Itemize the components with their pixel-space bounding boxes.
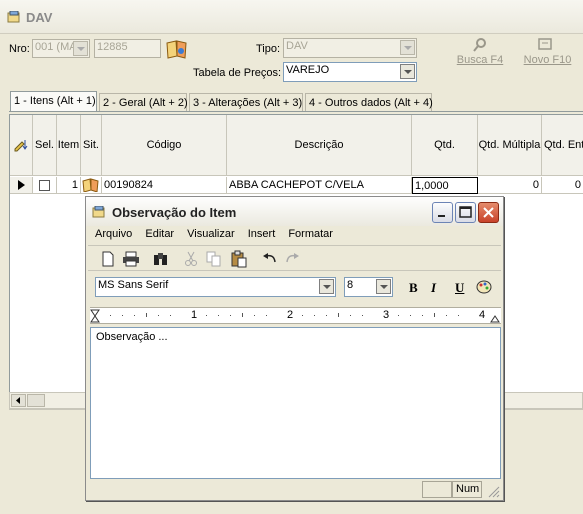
menu-formatar[interactable]: Formatar	[288, 228, 333, 240]
row-qtd-multipla[interactable]: 0	[478, 177, 542, 194]
status-num: Num	[452, 481, 482, 498]
redo-icon[interactable]	[284, 252, 300, 266]
tab-outros[interactable]: 4 - Outros dados (Alt + 4)	[305, 93, 433, 112]
dialog-menubar: Arquivo Editar Visualizar Insert Formata…	[95, 228, 343, 240]
col-sit[interactable]: Sit.	[81, 115, 102, 176]
dialog-title: Observação do Item	[112, 205, 237, 220]
underline-button[interactable]: U	[455, 280, 464, 296]
paste-icon[interactable]	[230, 250, 248, 268]
bold-button[interactable]: B	[409, 280, 418, 296]
row-checkbox-cell[interactable]	[33, 177, 57, 194]
col-sel[interactable]: Sel.	[33, 115, 57, 176]
ruler-mark-4: 4	[479, 309, 486, 321]
toolbar-divider	[88, 270, 501, 271]
menu-visualizar[interactable]: Visualizar	[187, 228, 235, 240]
pencil-icon	[14, 140, 28, 152]
font-size-select[interactable]: 8	[344, 277, 393, 297]
col-codigo[interactable]: Código	[102, 115, 227, 176]
items-grid[interactable]: Sel. Item Sit. Código Descrição Qtd. Qtd…	[9, 114, 583, 194]
col-qtd-multipla[interactable]: Qtd. Múltipla	[478, 115, 542, 176]
observacao-editor[interactable]: Observação ...	[90, 327, 501, 479]
ruler[interactable]: 1 2 3 4	[90, 307, 501, 324]
dialog-title-bar[interactable]: Observação do Item	[86, 197, 503, 226]
tab-alteracoes[interactable]: 3 - Alterações (Alt + 3)	[189, 93, 303, 112]
scroll-left-button[interactable]	[11, 394, 26, 407]
close-icon	[483, 207, 494, 218]
menu-divider	[88, 245, 501, 246]
main-title-bar: DAV	[0, 0, 583, 34]
row-indicator[interactable]	[10, 177, 33, 194]
status-panel-blank	[422, 481, 452, 498]
ruler-mark-3: 3	[383, 309, 390, 321]
col-qtd[interactable]: Qtd.	[412, 115, 478, 176]
status-book-icon	[81, 177, 102, 194]
busca-button[interactable]: Busca F4	[455, 54, 505, 66]
book-icon[interactable]	[165, 38, 189, 60]
menu-arquivo[interactable]: Arquivo	[95, 228, 132, 240]
cut-icon[interactable]	[184, 251, 198, 267]
nro-select: 001 (MA	[32, 39, 90, 58]
observacao-dialog: Observação do Item Arquivo Editar Visual…	[85, 196, 504, 501]
col-descricao[interactable]: Descrição	[227, 115, 412, 176]
new-icon	[538, 38, 552, 50]
nro-label: Nro:	[9, 43, 30, 55]
close-button[interactable]	[478, 202, 499, 223]
font-name-select[interactable]: MS Sans Serif	[95, 277, 336, 297]
novo-button[interactable]: Novo F10	[520, 54, 575, 66]
search-icon	[472, 37, 488, 53]
menu-insert[interactable]: Insert	[248, 228, 276, 240]
app-icon	[7, 10, 21, 23]
italic-button[interactable]: I	[431, 280, 436, 296]
tab-itens[interactable]: 1 - Itens (Alt + 1)	[10, 91, 97, 112]
tab-geral[interactable]: 2 - Geral (Alt + 2)	[99, 93, 188, 112]
row-qtd[interactable]: 1,0000	[412, 177, 478, 194]
scroll-thumb[interactable]	[27, 394, 45, 407]
maximize-button[interactable]	[455, 202, 476, 223]
row-item: 1	[57, 177, 81, 194]
main-title: DAV	[26, 10, 53, 25]
new-doc-icon[interactable]	[100, 251, 116, 267]
print-icon[interactable]	[122, 251, 140, 267]
tab-divider	[9, 111, 583, 112]
col-item[interactable]: Item	[57, 115, 81, 176]
row-qtd-ent[interactable]: 0	[542, 177, 583, 194]
editor-text: Observação ...	[96, 331, 168, 343]
tipo-label: Tipo:	[256, 43, 281, 55]
ruler-mark-2: 2	[287, 309, 294, 321]
undo-icon[interactable]	[262, 252, 278, 266]
color-palette-icon[interactable]	[475, 278, 493, 296]
resize-grip-icon[interactable]	[486, 484, 500, 498]
minimize-icon	[438, 215, 445, 217]
row-descricao[interactable]: ABBA CACHEPOT C/VELA	[227, 177, 412, 194]
nro-field: 12885	[94, 39, 161, 58]
col-qtd-ent[interactable]: Qtd. Ent	[542, 115, 583, 176]
tabela-select[interactable]: VAREJO	[283, 62, 417, 82]
dialog-app-icon	[92, 205, 106, 218]
tipo-select: DAV	[283, 38, 417, 58]
find-icon[interactable]	[152, 251, 170, 267]
grid-corner[interactable]	[10, 115, 33, 176]
row-checkbox[interactable]	[39, 180, 50, 191]
tabela-label: Tabela de Preços:	[193, 67, 282, 79]
menu-editar[interactable]: Editar	[145, 228, 174, 240]
ruler-mark-1: 1	[191, 309, 198, 321]
row-codigo[interactable]: 00190824	[102, 177, 227, 194]
copy-icon[interactable]	[206, 251, 222, 267]
minimize-button[interactable]	[432, 202, 453, 223]
maximize-icon	[459, 206, 472, 218]
